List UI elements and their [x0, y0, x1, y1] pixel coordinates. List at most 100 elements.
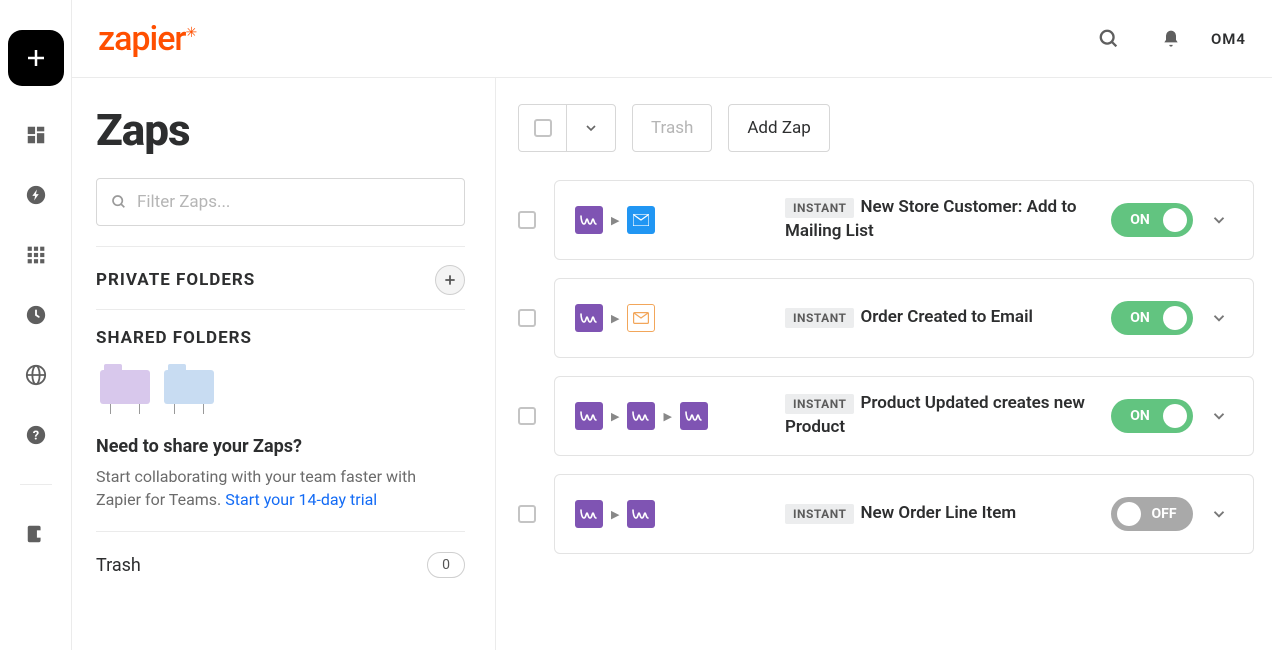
shared-folders-label: SHARED FOLDERS [96, 328, 252, 348]
zap-row: ▶ INSTANT New Order Line Item OFF [518, 474, 1254, 554]
zap-row: ▶ INSTANT Order Created to Email ON [518, 278, 1254, 358]
arrow-icon: ▶ [611, 214, 619, 227]
zap-info: INSTANT New Order Line Item [785, 502, 1111, 526]
history-icon[interactable] [25, 304, 47, 326]
toggle-label: ON [1117, 310, 1163, 326]
zap-row: ▶▶INSTANTProduct Updated creates new Pro… [518, 376, 1254, 456]
instant-badge: INSTANT [785, 394, 854, 414]
search-icon[interactable] [1087, 17, 1131, 61]
zap-name: Order Created to Email [860, 307, 1032, 327]
select-all-checkbox[interactable] [519, 105, 567, 151]
zap-card[interactable]: ▶ INSTANT New Order Line Item OFF [554, 474, 1254, 554]
explore-icon[interactable] [25, 364, 47, 386]
zap-toggle[interactable]: ON [1111, 399, 1193, 433]
help-icon[interactable]: ? [25, 424, 47, 446]
trash-count: 0 [427, 552, 465, 578]
select-all-group [518, 104, 616, 152]
notifications-icon[interactable] [1149, 17, 1193, 61]
arrow-icon: ▶ [611, 508, 619, 521]
trash-row[interactable]: Trash 0 [96, 531, 465, 598]
zap-card[interactable]: ▶ INSTANT Order Created to Email ON [554, 278, 1254, 358]
topbar: zapier✳ OM4 [72, 0, 1272, 78]
woo-icon [627, 500, 655, 528]
chevron-down-icon [1210, 407, 1228, 425]
start-trial-link[interactable]: Start your 14-day trial [225, 490, 377, 509]
zap-checkbox[interactable] [518, 505, 536, 523]
select-dropdown[interactable] [567, 105, 615, 151]
trash-button[interactable]: Trash [632, 104, 712, 152]
create-button[interactable] [8, 30, 64, 86]
add-folder-button[interactable] [435, 265, 465, 295]
logo[interactable]: zapier✳ [98, 19, 197, 59]
woo-icon [575, 206, 603, 234]
share-text: Start collaborating with your team faste… [96, 465, 465, 511]
nav-rail: ? [0, 0, 72, 650]
private-folders-label: PRIVATE FOLDERS [96, 270, 255, 290]
zap-apps: ▶ [575, 304, 785, 332]
toggle-label: ON [1117, 212, 1163, 228]
filter-input[interactable] [137, 192, 450, 212]
zap-toggle[interactable]: ON [1111, 203, 1193, 237]
zap-card[interactable]: ▶▶INSTANTProduct Updated creates new Pro… [554, 376, 1254, 456]
share-heading: Need to share your Zaps? [96, 436, 465, 457]
zap-apps: ▶▶ [575, 402, 785, 430]
zap-apps: ▶ [575, 206, 785, 234]
zap-info: INSTANTProduct Updated creates new Produ… [785, 392, 1111, 440]
page-title: Zaps [96, 104, 465, 156]
right-panel: Trash Add Zap ▶ INSTANTNew Store Customer… [496, 78, 1272, 650]
toggle-label: ON [1117, 408, 1163, 424]
toggle-label: OFF [1141, 506, 1187, 522]
arrow-icon: ▶ [611, 312, 619, 325]
toggle-knob [1163, 208, 1187, 232]
chevron-down-icon [1210, 505, 1228, 523]
left-panel: Zaps PRIVATE FOLDERS SHARED FOLDERS [72, 78, 496, 650]
toggle-knob [1163, 404, 1187, 428]
dashboard-icon[interactable] [25, 124, 47, 146]
toolbar: Trash Add Zap [518, 104, 1254, 152]
zap-apps: ▶ [575, 500, 785, 528]
expand-button[interactable] [1205, 505, 1233, 523]
shared-folders-header: SHARED FOLDERS [96, 309, 465, 362]
zap-name: New Order Line Item [860, 503, 1016, 523]
filter-input-wrapper[interactable] [96, 178, 465, 226]
expand-button[interactable] [1205, 309, 1233, 327]
woo-icon [627, 402, 655, 430]
woo-icon [680, 402, 708, 430]
folders-illustration [96, 362, 465, 412]
zap-toggle[interactable]: ON [1111, 301, 1193, 335]
chevron-down-icon [583, 120, 599, 136]
zap-toggle[interactable]: OFF [1111, 497, 1193, 531]
zap-checkbox[interactable] [518, 407, 536, 425]
arrow-icon: ▶ [611, 410, 619, 423]
expand-button[interactable] [1205, 407, 1233, 425]
trash-label: Trash [96, 555, 141, 576]
user-avatar[interactable]: OM4 [1211, 30, 1246, 48]
zap-card[interactable]: ▶ INSTANTNew Store Customer: Add to Maili… [554, 180, 1254, 260]
chevron-down-icon [1210, 211, 1228, 229]
expand-button[interactable] [1205, 211, 1233, 229]
arrow-icon: ▶ [663, 410, 671, 423]
zap-row: ▶ INSTANTNew Store Customer: Add to Maili… [518, 180, 1254, 260]
search-icon [111, 194, 127, 210]
exit-icon[interactable] [25, 523, 47, 545]
woo-icon [575, 500, 603, 528]
woo-icon [575, 402, 603, 430]
instant-badge: INSTANT [785, 504, 854, 524]
toggle-knob [1117, 502, 1141, 526]
toggle-knob [1163, 306, 1187, 330]
woo-icon [575, 304, 603, 332]
zap-checkbox[interactable] [518, 309, 536, 327]
instant-badge: INSTANT [785, 308, 854, 328]
apps-icon[interactable] [25, 244, 47, 266]
mail-blue-icon [627, 206, 655, 234]
chevron-down-icon [1210, 309, 1228, 327]
zap-info: INSTANT Order Created to Email [785, 306, 1111, 330]
add-zap-button[interactable]: Add Zap [728, 104, 829, 152]
bolt-icon[interactable] [25, 184, 47, 206]
private-folders-header: PRIVATE FOLDERS [96, 246, 465, 309]
zap-info: INSTANTNew Store Customer: Add to Mailin… [785, 196, 1111, 244]
mail-orange-icon [627, 304, 655, 332]
svg-text:?: ? [32, 429, 38, 444]
zap-checkbox[interactable] [518, 211, 536, 229]
rail-separator [20, 484, 52, 485]
